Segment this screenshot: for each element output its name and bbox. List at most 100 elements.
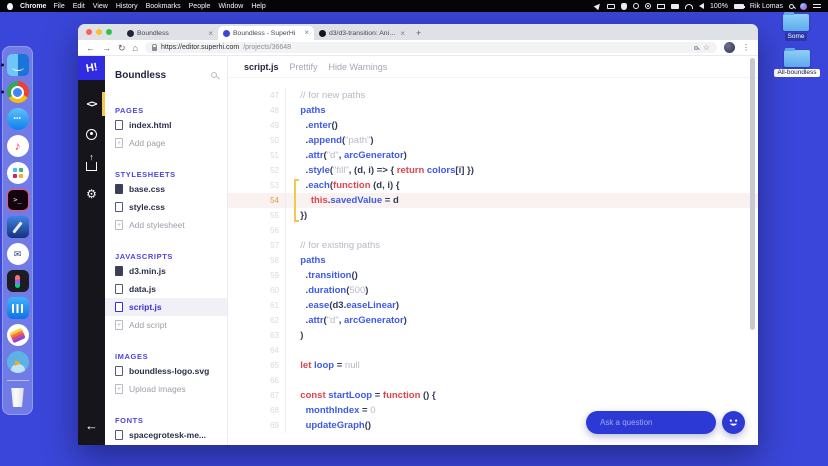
code-line-63[interactable]: 63 ) <box>228 328 758 343</box>
code-line-57[interactable]: 57 // for existing paths <box>228 238 758 253</box>
browser-tab[interactable]: Boundless × <box>122 27 218 40</box>
menu-history[interactable]: History <box>116 3 138 10</box>
chrome-dock-icon[interactable] <box>6 81 29 103</box>
finder-dock-icon[interactable] <box>6 54 29 76</box>
back-icon[interactable]: ← <box>86 43 95 53</box>
hide-warnings-button[interactable]: Hide Warnings <box>329 62 388 72</box>
sidebar-item-boundless-logo-svg[interactable]: boundless-logo.svg <box>105 362 227 380</box>
xcode-dock-icon[interactable] <box>6 216 29 238</box>
code-line-54[interactable]: 54 this.savedValue = d <box>228 193 758 208</box>
menu-people[interactable]: People <box>189 3 211 10</box>
sidebar-item-style-css[interactable]: style.css <box>105 198 227 216</box>
airmail-dock-icon[interactable]: ✉ <box>6 243 29 265</box>
tab-close-icon[interactable]: × <box>400 29 405 38</box>
ask-question-input[interactable]: Ask a question <box>586 411 716 434</box>
bookmark-star-icon[interactable]: ☆ <box>703 43 710 52</box>
screen-mirroring-icon[interactable] <box>607 3 616 9</box>
figma-dock-icon[interactable] <box>6 270 29 292</box>
tab-close-icon[interactable]: × <box>304 29 309 37</box>
profile-avatar[interactable] <box>724 42 735 53</box>
code-line-52[interactable]: 52 .style("fill", (d, i) => { return col… <box>228 163 758 178</box>
terminal-dock-icon[interactable]: >_ <box>6 189 29 211</box>
intercom-dock-icon[interactable] <box>6 297 29 319</box>
browser-menu-icon[interactable]: ⋮ <box>742 43 750 52</box>
slack-dock-icon[interactable] <box>6 162 29 184</box>
intercom-smiley-button[interactable] <box>722 411 745 434</box>
twitterrific-dock-icon[interactable] <box>6 351 29 373</box>
settings-tab[interactable]: ⚙ <box>78 179 105 209</box>
circle-icon[interactable] <box>645 3 652 9</box>
sidebar-item-d3-min-js[interactable]: d3.min.js <box>105 262 227 280</box>
code-line-49[interactable]: 49 .enter() <box>228 118 758 133</box>
menu-file[interactable]: File <box>53 3 64 10</box>
menu-help[interactable]: Help <box>251 3 265 10</box>
preview-tab[interactable] <box>78 119 105 149</box>
volume-icon[interactable] <box>699 3 705 9</box>
code-line-50[interactable]: 50 .append("path") <box>228 133 758 148</box>
code-line-56[interactable]: 56 <box>228 223 758 238</box>
browser-tab[interactable]: d3/d3-transition: Animated tr× <box>314 27 410 40</box>
sidebar-item-spacegrotesk-me[interactable]: spacegrotesk-me... <box>105 426 227 444</box>
sidebar-item-data-js[interactable]: data.js <box>105 280 227 298</box>
sidebar-item-script-js[interactable]: script.js <box>105 298 227 316</box>
search-icon[interactable] <box>211 72 217 78</box>
sidebar-item-upload-images[interactable]: Upload images <box>105 380 227 398</box>
code-line-65[interactable]: 65 let loop = null <box>228 358 758 373</box>
menu-edit[interactable]: Edit <box>73 3 85 10</box>
code-line-64[interactable]: 64 <box>228 343 758 358</box>
prettify-button[interactable]: Prettify <box>290 62 318 72</box>
sidebar-item-add-stylesheet[interactable]: Add stylesheet <box>105 216 227 234</box>
desktop-folder-all-boundless[interactable]: All-boundless <box>772 48 822 77</box>
close-window-button[interactable] <box>86 29 92 35</box>
code-line-51[interactable]: 51 .attr("d", arcGenerator) <box>228 148 758 163</box>
messages-dock-icon[interactable]: ••• <box>6 108 29 130</box>
poolside-fm-dock-icon[interactable] <box>6 324 29 346</box>
secure-lock-icon[interactable] <box>151 43 158 51</box>
superhi-logo[interactable]: H! <box>78 56 105 80</box>
menu-window[interactable]: Window <box>218 3 243 10</box>
code-line-47[interactable]: 47 // for new paths <box>228 88 758 103</box>
zoom-page-icon[interactable] <box>693 45 698 50</box>
browser-tab[interactable]: Boundless - SuperHi × <box>218 26 314 40</box>
control-center-icon[interactable] <box>813 3 821 9</box>
code-line-58[interactable]: 58 paths <box>228 253 758 268</box>
tab-close-icon[interactable]: × <box>208 29 213 38</box>
code-line-62[interactable]: 62 .attr("d", arcGenerator) <box>228 313 758 328</box>
sidebar-item-add-page[interactable]: Add page <box>105 134 227 152</box>
menubar-user[interactable]: Rik Lomas <box>750 3 783 10</box>
music-dock-icon[interactable]: ♪ <box>6 135 29 157</box>
menu-view[interactable]: View <box>93 3 108 10</box>
location-icon[interactable] <box>593 1 603 11</box>
code-line-53[interactable]: 53 .each(function (d, i) { <box>228 178 758 193</box>
wifi-icon[interactable] <box>685 3 694 9</box>
trash-dock-icon[interactable] <box>11 388 24 407</box>
publish-tab[interactable] <box>78 149 105 179</box>
menu-bookmarks[interactable]: Bookmarks <box>146 3 181 10</box>
sidebar-item-file[interactable] <box>105 444 227 445</box>
sidebar-item-add-script[interactable]: Add script <box>105 316 227 334</box>
shield-icon[interactable] <box>621 2 628 10</box>
home-icon[interactable]: ⌂ <box>133 43 138 53</box>
record-icon[interactable] <box>633 3 640 9</box>
editor-scrollbar[interactable] <box>750 58 755 330</box>
code-line-61[interactable]: 61 .ease(d3.easeLinear) <box>228 298 758 313</box>
code-area[interactable]: 47 // for new paths 48 paths 49 .enter() 50… <box>228 78 758 445</box>
minimize-window-button[interactable] <box>96 29 102 35</box>
code-editor-tab[interactable]: <> <box>78 89 105 119</box>
back-to-dashboard-button[interactable]: ← <box>78 418 105 433</box>
siri-icon[interactable] <box>800 2 807 10</box>
code-line-59[interactable]: 59 .transition() <box>228 268 758 283</box>
new-tab-button[interactable]: + <box>416 28 421 38</box>
sidebar-item-base-css[interactable]: base.css <box>105 180 227 198</box>
code-line-60[interactable]: 60 .duration(500) <box>228 283 758 298</box>
menu-app-name[interactable]: Chrome <box>20 3 46 10</box>
address-bar[interactable]: https://editor.superhi.com/projects/3664… <box>144 42 717 53</box>
code-line-55[interactable]: 55 }) <box>228 208 758 223</box>
zoom-window-button[interactable] <box>106 29 112 35</box>
code-line-67[interactable]: 67 const startLoop = function () { <box>228 388 758 403</box>
code-line-66[interactable]: 66 <box>228 373 758 388</box>
desktop-folder-some[interactable]: Some <box>776 12 816 41</box>
code-line-48[interactable]: 48 paths <box>228 103 758 118</box>
forward-icon[interactable]: → <box>102 43 111 53</box>
spotlight-icon[interactable] <box>789 3 794 9</box>
